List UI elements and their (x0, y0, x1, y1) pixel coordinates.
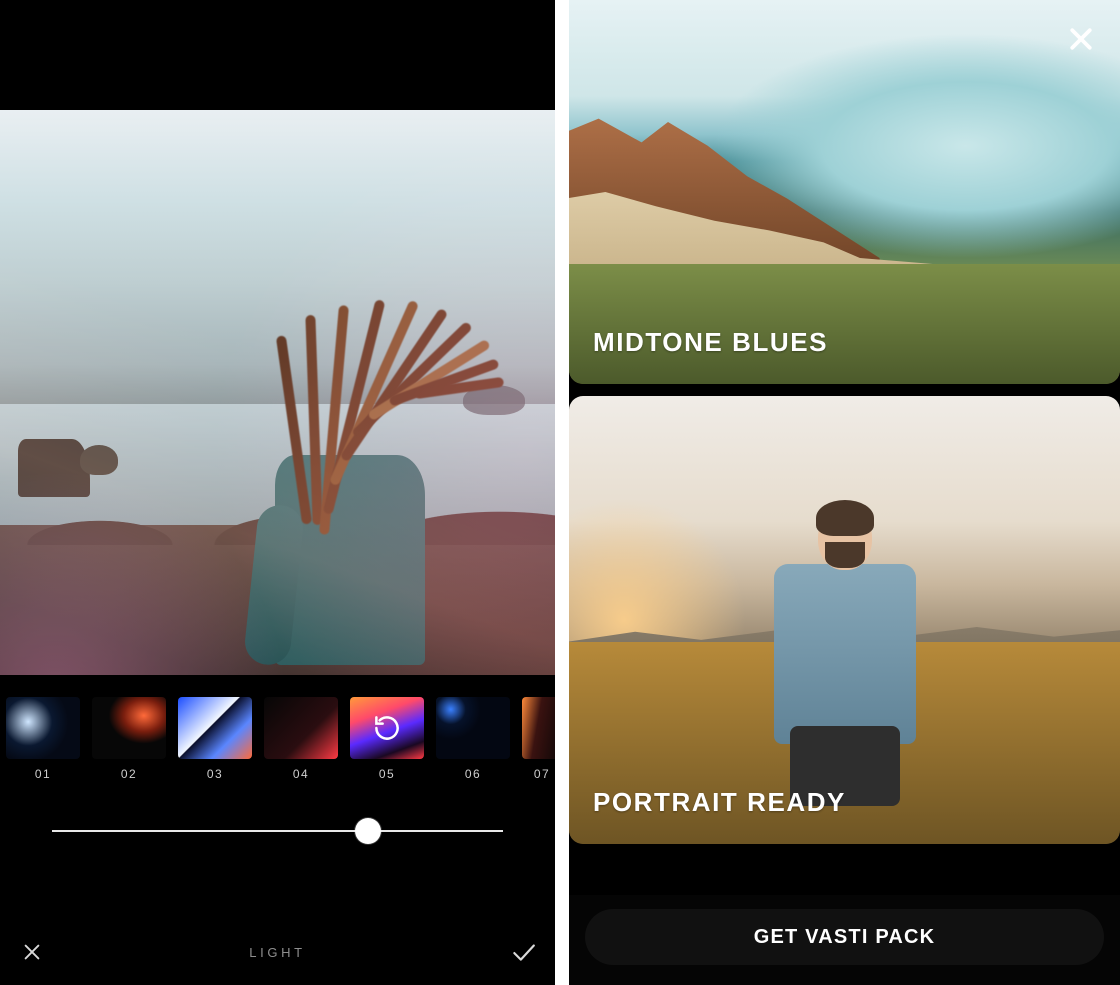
filter-thumb (92, 697, 166, 759)
slider-track (52, 830, 503, 832)
filter-07[interactable]: 07 (522, 697, 555, 781)
filter-thumb (264, 697, 338, 759)
filter-06[interactable]: 06 (436, 697, 510, 781)
filter-thumb (350, 697, 424, 759)
close-icon (1066, 24, 1096, 54)
check-icon (510, 939, 536, 965)
filter-label: 03 (178, 767, 252, 781)
filter-thumb (178, 697, 252, 759)
cta-bar: GET VASTI PACK (569, 895, 1120, 985)
tool-label: LIGHT (249, 945, 305, 960)
preset-card-midtone-blues[interactable]: MIDTONE BLUES (569, 0, 1120, 384)
filter-02[interactable]: 02 (92, 697, 166, 781)
get-pack-button[interactable]: GET VASTI PACK (585, 909, 1104, 965)
intensity-slider[interactable] (52, 817, 503, 845)
editor-bottom-bar: LIGHT (0, 919, 555, 985)
filter-03[interactable]: 03 (178, 697, 252, 781)
close-button[interactable] (1066, 24, 1096, 59)
filter-label: 02 (92, 767, 166, 781)
confirm-button[interactable] (507, 936, 539, 968)
preset-title: PORTRAIT READY (593, 787, 846, 818)
close-icon (21, 941, 43, 963)
editor-screen: 01 02 03 04 (0, 0, 555, 985)
filter-thumb (522, 697, 555, 759)
preset-card-portrait-ready[interactable]: PORTRAIT READY (569, 396, 1120, 844)
filter-thumb (436, 697, 510, 759)
slider-handle[interactable] (355, 818, 381, 844)
filter-label: 04 (264, 767, 338, 781)
pack-screen: MIDTONE BLUES PORTRAIT READY GET VASTI P… (569, 0, 1120, 985)
photo-preview[interactable] (0, 110, 555, 675)
filter-05[interactable]: 05 (350, 697, 424, 781)
filter-thumb (6, 697, 80, 759)
filter-label: 05 (350, 767, 424, 781)
filter-01[interactable]: 01 (6, 697, 80, 781)
filter-label: 01 (6, 767, 80, 781)
filter-label: 07 (522, 767, 555, 781)
preset-title: MIDTONE BLUES (593, 327, 828, 358)
editor-topbar (0, 0, 555, 110)
reset-icon (372, 713, 402, 743)
cancel-button[interactable] (16, 936, 48, 968)
filter-04[interactable]: 04 (264, 697, 338, 781)
filter-label: 06 (436, 767, 510, 781)
filter-strip[interactable]: 01 02 03 04 (0, 675, 555, 781)
